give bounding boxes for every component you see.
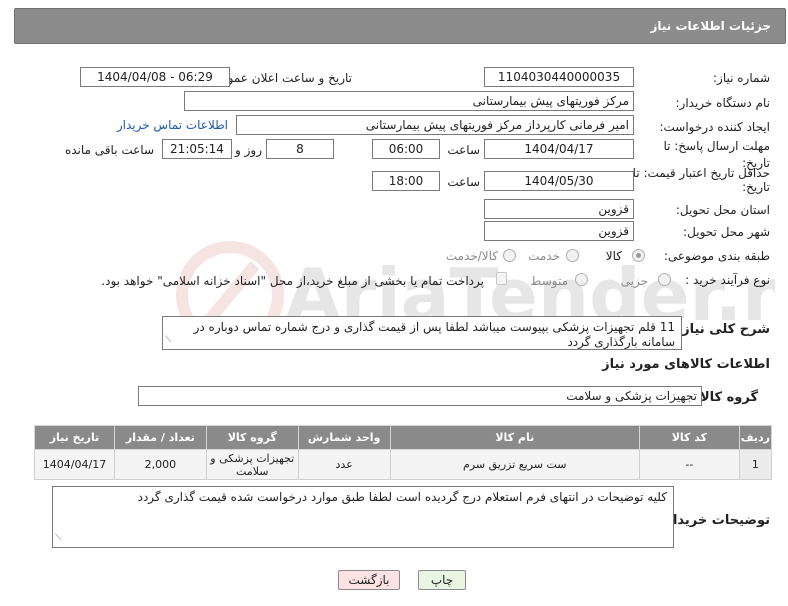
province-label: استان محل تحویل: (675, 203, 770, 217)
goods-group-field: تجهیزات پزشکی و سلامت (138, 386, 702, 406)
category-label: طبقه بندی موضوعی: (663, 249, 770, 263)
description-label: شرح کلی نیاز: (676, 322, 770, 337)
category-service-label: خدمت (528, 249, 560, 263)
remaining-time-field: 21:05:14 (162, 139, 232, 159)
process-label: نوع فرآیند خرید : (685, 273, 770, 287)
deadline-time-label: ساعت (447, 143, 480, 157)
category-goods-radio[interactable] (632, 249, 645, 262)
page-header: جزئیات اطلاعات نیاز (14, 8, 786, 44)
goods-section-title: اطلاعات کالاهای مورد نیاز (602, 357, 770, 372)
announce-date-field: 1404/04/08 - 06:29 (80, 67, 230, 87)
remaining-label: ساعت باقی مانده (64, 143, 154, 157)
treasury-payment-note: پرداخت تمام یا بخشی از مبلغ خرید،از محل … (101, 274, 484, 288)
cell-item-group: تجهیزات پزشکی و سلامت (205, 449, 299, 480)
need-number-field: 1104030440000035 (484, 67, 634, 87)
col-row-number: ردیف (738, 425, 773, 450)
creator-field: امیر فرمانی کارپرداز مرکز فوریتهای پیش ب… (236, 115, 634, 135)
city-label: شهر محل تحویل: (683, 225, 770, 239)
col-item-name: نام کالا (389, 425, 641, 450)
col-unit: واحد شمارش (297, 425, 391, 450)
deadline-time-field: 06:00 (372, 139, 440, 159)
buyer-notes-textarea[interactable]: کلیه توضیحات در انتهای فرم استعلام درج گ… (52, 486, 674, 548)
process-medium-radio[interactable] (575, 273, 588, 286)
process-medium-label: متوسط (530, 274, 568, 288)
process-minor-radio[interactable] (658, 273, 671, 286)
validity-label: حداقل تاریخ اعتبار قیمت: تا تاریخ: (632, 166, 770, 194)
treasury-payment-checkbox[interactable] (496, 272, 507, 285)
items-table-header: ردیف کد کالا نام کالا واحد شمارش گروه کا… (34, 425, 773, 450)
deadline-date-field: 1404/04/17 (484, 139, 634, 159)
table-row: 1 -- ست سریع تزریق سرم عدد تجهیزات پزشکی… (34, 449, 773, 480)
city-field: قزوین (484, 221, 634, 241)
cell-unit: عدد (297, 449, 391, 480)
print-button[interactable]: چاپ (418, 570, 466, 590)
items-table: ردیف کد کالا نام کالا واحد شمارش گروه کا… (34, 425, 773, 480)
validity-time-label: ساعت (447, 175, 480, 189)
validity-date-field: 1404/05/30 (484, 171, 634, 191)
buyer-contact-link[interactable]: اطلاعات تماس خریدار (117, 118, 228, 132)
buyer-org-label: نام دستگاه خریدار: (675, 96, 771, 110)
cell-item-name: ست سریع تزریق سرم (389, 449, 641, 480)
validity-time-field: 18:00 (372, 171, 440, 191)
process-minor-label: جزیی (620, 274, 648, 288)
cell-item-code: -- (639, 449, 740, 480)
category-goods-service-label: کالا/خدمت (445, 249, 498, 263)
goods-group-label: گروه کالا: (694, 390, 758, 405)
page-title: جزئیات اطلاعات نیاز (650, 19, 771, 33)
col-item-group: گروه کالا (205, 425, 299, 450)
cell-need-date: 1404/04/17 (34, 449, 115, 480)
category-service-radio[interactable] (566, 249, 579, 262)
resize-grip-icon[interactable]: ⟋ (165, 333, 171, 348)
col-item-code: کد کالا (639, 425, 740, 450)
category-goods-label: کالا (605, 249, 622, 263)
buyer-notes-label: توضیحات خریدار: (660, 513, 770, 528)
col-need-date: تاریخ نیاز (34, 425, 115, 450)
category-goods-service-radio[interactable] (503, 249, 516, 262)
days-field: 8 (266, 139, 334, 159)
col-quantity: تعداد / مقدار (114, 425, 207, 450)
description-textarea[interactable]: 11 قلم تجهیزات پزشکی بپیوست میباشد لطفا … (162, 316, 682, 350)
description-text: 11 قلم تجهیزات پزشکی بپیوست میباشد لطفا … (193, 320, 675, 349)
days-label: روز و (235, 143, 262, 157)
need-number-label: شماره نیاز: (713, 71, 770, 85)
cell-quantity: 2,000 (114, 449, 207, 480)
buyer-notes-text: کلیه توضیحات در انتهای فرم استعلام درج گ… (137, 490, 667, 504)
back-button[interactable]: بازگشت (338, 570, 400, 590)
buyer-org-field: مرکز فوریتهای پیش بیمارستانی (184, 91, 634, 111)
resize-grip-icon[interactable]: ⟋ (55, 531, 61, 546)
province-field: قزوین (484, 199, 634, 219)
creator-label: ایجاد کننده درخواست: (659, 120, 770, 134)
cell-row-number: 1 (738, 449, 773, 480)
